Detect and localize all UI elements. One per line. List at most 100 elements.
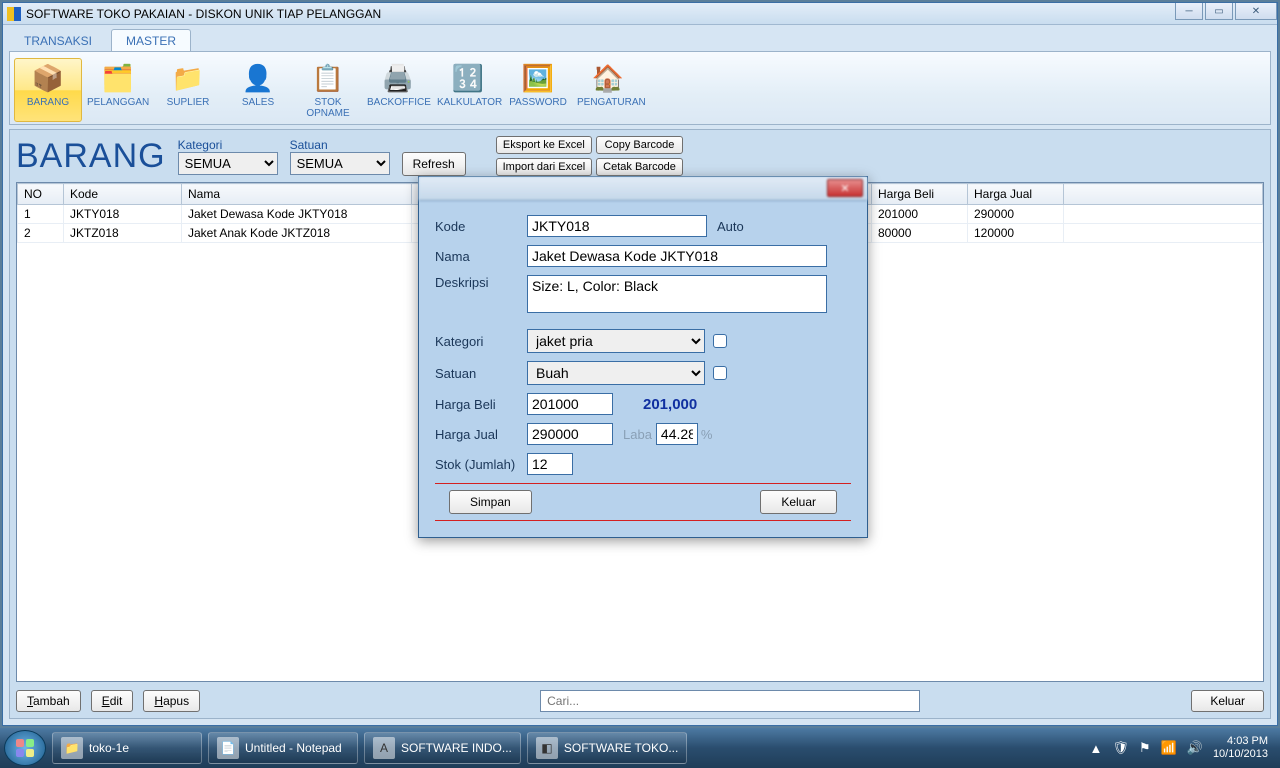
table-cell: 201000 (872, 205, 968, 224)
password-icon: 🖼️ (507, 61, 569, 95)
column-header[interactable]: NO (18, 184, 64, 205)
kategori-select-modal[interactable]: jaket pria (527, 329, 705, 353)
ribbon-item-password[interactable]: 🖼️ PASSWORD (504, 58, 572, 122)
modal-titlebar[interactable]: ✕ (419, 177, 867, 201)
table-cell (1064, 205, 1263, 224)
ribbon-label: BARANG (17, 97, 79, 108)
cetak-barcode-button[interactable]: Cetak Barcode (596, 158, 683, 176)
table-cell: 120000 (968, 224, 1064, 243)
ribbon-item-suplier[interactable]: 📁SUPLIER (154, 58, 222, 122)
search-input[interactable] (540, 690, 920, 712)
satuan-select[interactable]: SEMUA (290, 152, 390, 175)
kategori-addon-button[interactable] (713, 334, 727, 348)
taskbar-app-icon: ◧ (536, 737, 558, 759)
satuan-addon-button[interactable] (713, 366, 727, 380)
close-button[interactable]: ✕ (1235, 3, 1277, 20)
satuan-filter-label: Satuan (290, 138, 390, 152)
column-header[interactable] (1064, 184, 1263, 205)
ribbon-label: PELANGGAN (87, 97, 149, 108)
ribbon-item-kalkulator[interactable]: 🔢KALKULATOR (434, 58, 502, 122)
taskbar-app-icon: 📁 (61, 737, 83, 759)
table-cell: 80000 (872, 224, 968, 243)
eksport-button[interactable]: Eksport ke Excel (496, 136, 593, 154)
nama-label: Nama (435, 249, 527, 264)
tray-chevron-icon[interactable]: ▲ (1090, 741, 1103, 756)
taskbar-label: SOFTWARE INDO... (401, 741, 512, 755)
taskbar: 📁toko-1e📄Untitled - NotepadASOFTWARE IND… (0, 728, 1280, 768)
tray-shield-icon[interactable]: 🛡 (1112, 740, 1129, 756)
app-icon (7, 7, 21, 21)
deskripsi-input[interactable]: Size: L, Color: Black (527, 275, 827, 313)
pengaturan-icon: 🏠 (577, 61, 639, 95)
satuan-select-modal[interactable]: Buah (527, 361, 705, 385)
taskbar-item[interactable]: 📄Untitled - Notepad (208, 732, 358, 764)
column-header[interactable]: Nama (182, 184, 412, 205)
column-header[interactable]: Harga Jual (968, 184, 1064, 205)
divider (435, 483, 851, 484)
harga-jual-input[interactable] (527, 423, 613, 445)
tray-flag-icon[interactable]: ⚑ (1139, 740, 1151, 756)
stok-opname-icon: 📋 (297, 61, 359, 95)
keluar-button[interactable]: Keluar (1191, 690, 1264, 712)
minimize-button[interactable]: ─ (1175, 3, 1203, 20)
table-cell: Jaket Anak Kode JKTZ018 (182, 224, 412, 243)
table-cell: JKTZ018 (64, 224, 182, 243)
filter-satuan: Satuan SEMUA (290, 138, 390, 175)
taskbar-item[interactable]: ASOFTWARE INDO... (364, 732, 521, 764)
clock-date: 10/10/2013 (1213, 748, 1268, 761)
window-controls: ─ ▭ ✕ (1173, 3, 1277, 20)
kode-label: Kode (435, 219, 527, 234)
table-cell: 2 (18, 224, 64, 243)
ribbon-item-barang[interactable]: 📦 BARANG (14, 58, 82, 122)
tambah-button[interactable]: Tambah (16, 690, 81, 712)
divider (435, 520, 851, 521)
ribbon-item-stok-opname[interactable]: 📋STOK OPNAME (294, 58, 362, 122)
start-button[interactable] (4, 730, 46, 766)
tray-volume-icon[interactable]: 🔊 (1187, 740, 1203, 756)
import-button[interactable]: Import dari Excel (496, 158, 593, 176)
taskbar-item[interactable]: 📁toko-1e (52, 732, 202, 764)
backoffice-icon: 🖨️ (367, 61, 429, 95)
ribbon-label: SUPLIER (157, 97, 219, 108)
ribbon-item-sales[interactable]: 👤SALES (224, 58, 292, 122)
barang-icon: 📦 (17, 61, 79, 95)
system-tray[interactable]: ▲ 🛡 ⚑ 📶 🔊 4:03 PM 10/10/2013 (1090, 735, 1276, 761)
column-header[interactable]: Kode (64, 184, 182, 205)
laba-input[interactable] (656, 423, 698, 445)
table-cell: JKTY018 (64, 205, 182, 224)
tab-transaksi[interactable]: TRANSAKSI (9, 29, 107, 51)
ribbon-item-pengaturan[interactable]: 🏠PENGATURAN (574, 58, 642, 122)
tab-master[interactable]: MASTER (111, 29, 191, 51)
clock[interactable]: 4:03 PM 10/10/2013 (1213, 735, 1268, 761)
kategori-select[interactable]: SEMUA (178, 152, 278, 175)
ribbon-label: BACKOFFICE (367, 97, 429, 108)
copy-barcode-button[interactable]: Copy Barcode (596, 136, 683, 154)
action-buttons: Eksport ke Excel Copy Barcode Import dar… (496, 136, 683, 176)
taskbar-item[interactable]: ◧ SOFTWARE TOKO... (527, 732, 687, 764)
harga-jual-label: Harga Jual (435, 427, 527, 442)
refresh-button[interactable]: Refresh (402, 152, 466, 176)
edit-button[interactable]: Edit (91, 690, 134, 712)
laba-suffix: % (701, 427, 713, 442)
taskbar-label: SOFTWARE TOKO... (564, 741, 678, 755)
ribbon-label: PASSWORD (507, 97, 569, 108)
maximize-button[interactable]: ▭ (1205, 3, 1233, 20)
modal-keluar-button[interactable]: Keluar (760, 490, 837, 514)
modal-close-button[interactable]: ✕ (827, 179, 863, 197)
tray-network-icon[interactable]: 📶 (1161, 740, 1177, 756)
column-header[interactable]: Harga Beli (872, 184, 968, 205)
harga-beli-input[interactable] (527, 393, 613, 415)
table-cell: 1 (18, 205, 64, 224)
stok-label: Stok (Jumlah) (435, 457, 527, 472)
simpan-button[interactable]: Simpan (449, 490, 532, 514)
ribbon-item-backoffice[interactable]: 🖨️ BACKOFFICE (364, 58, 432, 122)
hapus-button[interactable]: Hapus (143, 690, 200, 712)
table-cell: 290000 (968, 205, 1064, 224)
page-title: BARANG (16, 137, 166, 176)
kode-input[interactable] (527, 215, 707, 237)
stok-input[interactable] (527, 453, 573, 475)
auto-label: Auto (717, 219, 744, 234)
pelanggan-icon: 🗂️ (87, 61, 149, 95)
nama-input[interactable] (527, 245, 827, 267)
ribbon-item-pelanggan[interactable]: 🗂️ PELANGGAN (84, 58, 152, 122)
